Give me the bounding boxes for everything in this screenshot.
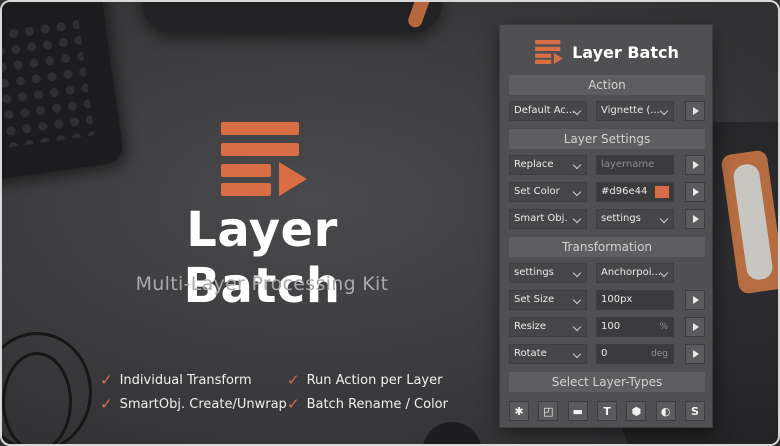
smartobj-option-select[interactable]: settings — [596, 209, 674, 229]
run-replace-button[interactable] — [685, 155, 705, 175]
layer-batch-panel: Layer Batch Action Default Ac... Vignett… — [499, 24, 713, 428]
rotate-input[interactable]: 0 deg — [596, 344, 674, 364]
feature-label: Individual Transform — [119, 372, 252, 388]
pouch-decoration — [142, 2, 442, 32]
section-header-action: Action — [509, 75, 705, 95]
check-icon: ✓ — [100, 371, 113, 389]
rotate-mode-select[interactable]: Rotate — [509, 344, 587, 364]
adjustment-layer-icon[interactable]: ◐ — [655, 401, 676, 421]
color-swatch[interactable] — [655, 186, 669, 198]
feature-label: SmartObj. Create/Unwrap — [119, 396, 287, 412]
action-set-select[interactable]: Default Ac... — [509, 101, 587, 121]
run-rotate-button[interactable] — [685, 344, 705, 364]
panel-header: Layer Batch — [500, 35, 714, 69]
section-header-layer-settings: Layer Settings — [509, 129, 705, 149]
run-action-button[interactable] — [685, 101, 705, 121]
run-size-button[interactable] — [685, 290, 705, 310]
hero-title: Layer Batch — [183, 202, 341, 314]
feature-label: Run Action per Layer — [306, 372, 443, 388]
resize-value: 100 — [601, 321, 621, 332]
feature-item: ✓ Run Action per Layer — [287, 371, 442, 389]
check-icon: ✓ — [100, 395, 113, 413]
feature-item: ✓ Batch Rename / Color — [287, 395, 448, 413]
color-input[interactable]: #d96e44 — [596, 182, 674, 202]
layer-type-toolbar: ✱ ◰ ▬ T ⬢ ◐ S — [509, 401, 705, 421]
color-mode-select[interactable]: Set Color — [509, 182, 587, 202]
hero-subtitle: Multi-Layer Processing Kit — [135, 273, 389, 295]
group-folder-icon[interactable]: ▬ — [567, 401, 588, 421]
rotate-unit: deg — [651, 349, 668, 359]
layername-input[interactable]: layername — [596, 155, 674, 175]
action-name-select[interactable]: Vignette (... — [596, 101, 674, 121]
size-input[interactable]: 100px — [596, 290, 674, 310]
feature-label: Batch Rename / Color — [306, 396, 448, 412]
mouse-decoration — [422, 422, 482, 444]
replace-mode-select[interactable]: Replace — [509, 155, 587, 175]
feature-item: ✓ SmartObj. Create/Unwrap — [100, 395, 287, 413]
panel-title: Layer Batch — [572, 42, 679, 62]
pixel-layer-icon[interactable]: ◰ — [538, 401, 559, 421]
resize-mode-select[interactable]: Resize — [509, 317, 587, 337]
anchorpoint-select[interactable]: Anchorpoi... — [596, 263, 674, 283]
smartobj-mode-select[interactable]: Smart Obj. — [509, 209, 587, 229]
rotate-value: 0 — [601, 348, 608, 359]
layer-batch-logo-icon — [535, 40, 564, 64]
section-header-layer-types: Select Layer-Types — [509, 372, 705, 392]
check-icon: ✓ — [287, 371, 300, 389]
all-layers-icon[interactable]: ✱ — [509, 401, 529, 421]
run-color-button[interactable] — [685, 182, 705, 202]
layer-batch-logo-icon — [221, 122, 307, 196]
layername-placeholder: layername — [601, 159, 655, 170]
check-icon: ✓ — [287, 395, 300, 413]
laptop-decoration — [2, 2, 125, 181]
transform-mode-select[interactable]: settings — [509, 263, 587, 283]
run-resize-button[interactable] — [685, 317, 705, 337]
resize-input[interactable]: 100 % — [596, 317, 674, 337]
section-header-transformation: Transformation — [509, 237, 705, 257]
smart-object-icon[interactable]: S — [684, 401, 705, 421]
resize-unit: % — [659, 322, 668, 332]
shape-layer-icon[interactable]: ⬢ — [626, 401, 647, 421]
text-layer-icon[interactable]: T — [596, 401, 617, 421]
size-mode-select[interactable]: Set Size — [509, 290, 587, 310]
canvas: Layer Batch Multi-Layer Processing Kit ✓… — [0, 0, 780, 446]
feature-item: ✓ Individual Transform — [100, 371, 252, 389]
cable-decoration — [2, 352, 72, 444]
color-value: #d96e44 — [601, 186, 648, 197]
run-smartobj-button[interactable] — [685, 209, 705, 229]
